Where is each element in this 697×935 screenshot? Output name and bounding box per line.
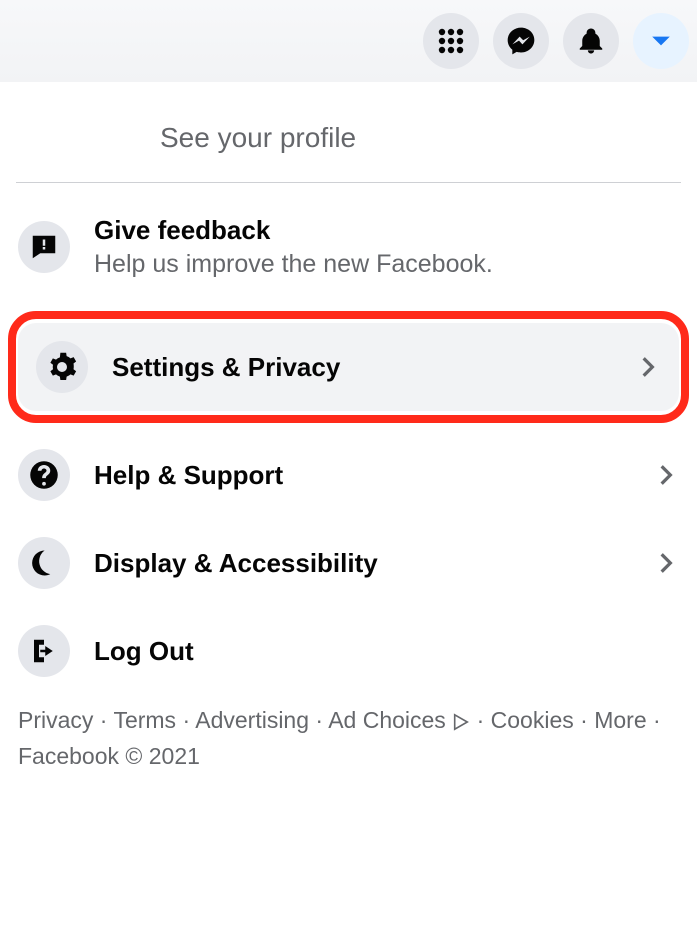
moon-icon [18,537,70,589]
chevron-right-icon [653,550,679,576]
footer-advertising[interactable]: Advertising [195,707,309,733]
display-label: Display & Accessibility [94,548,629,579]
account-menu-button[interactable] [633,13,689,69]
help-label: Help & Support [94,460,629,491]
logout-item[interactable]: Log Out [0,607,697,695]
gear-icon [36,341,88,393]
caret-down-icon [650,30,672,52]
logout-icon [18,625,70,677]
footer-links: Privacy · Terms · Advertising · Ad Choic… [0,695,697,782]
question-icon [18,449,70,501]
top-nav [0,0,697,82]
see-profile-label: See your profile [160,122,677,154]
feedback-text: Give feedback Help us improve the new Fa… [94,215,493,279]
feedback-icon [18,221,70,273]
help-support-item[interactable]: Help & Support [0,431,697,519]
messenger-icon [506,26,536,56]
profile-link[interactable]: See your profile [0,82,697,182]
adchoices-icon [452,713,470,731]
footer-terms[interactable]: Terms [113,707,176,733]
menu-grid-button[interactable] [423,13,479,69]
feedback-subtitle: Help us improve the new Facebook. [94,250,493,279]
footer-cookies[interactable]: Cookies [491,707,574,733]
messenger-button[interactable] [493,13,549,69]
chevron-right-icon [653,462,679,488]
chevron-right-icon [635,354,661,380]
logout-label: Log Out [94,636,679,667]
footer-adchoices[interactable]: Ad Choices [328,707,446,733]
footer-copyright: Facebook © 2021 [18,743,200,769]
feedback-title: Give feedback [94,215,493,246]
grid-icon [437,27,465,55]
notifications-button[interactable] [563,13,619,69]
footer-more[interactable]: More [594,707,646,733]
highlight-annotation: Settings & Privacy [8,311,689,423]
settings-privacy-item[interactable]: Settings & Privacy [18,323,679,411]
footer-privacy[interactable]: Privacy [18,707,93,733]
give-feedback-item[interactable]: Give feedback Help us improve the new Fa… [0,183,697,303]
display-accessibility-item[interactable]: Display & Accessibility [0,519,697,607]
settings-label: Settings & Privacy [112,352,611,383]
bell-icon [576,26,606,56]
